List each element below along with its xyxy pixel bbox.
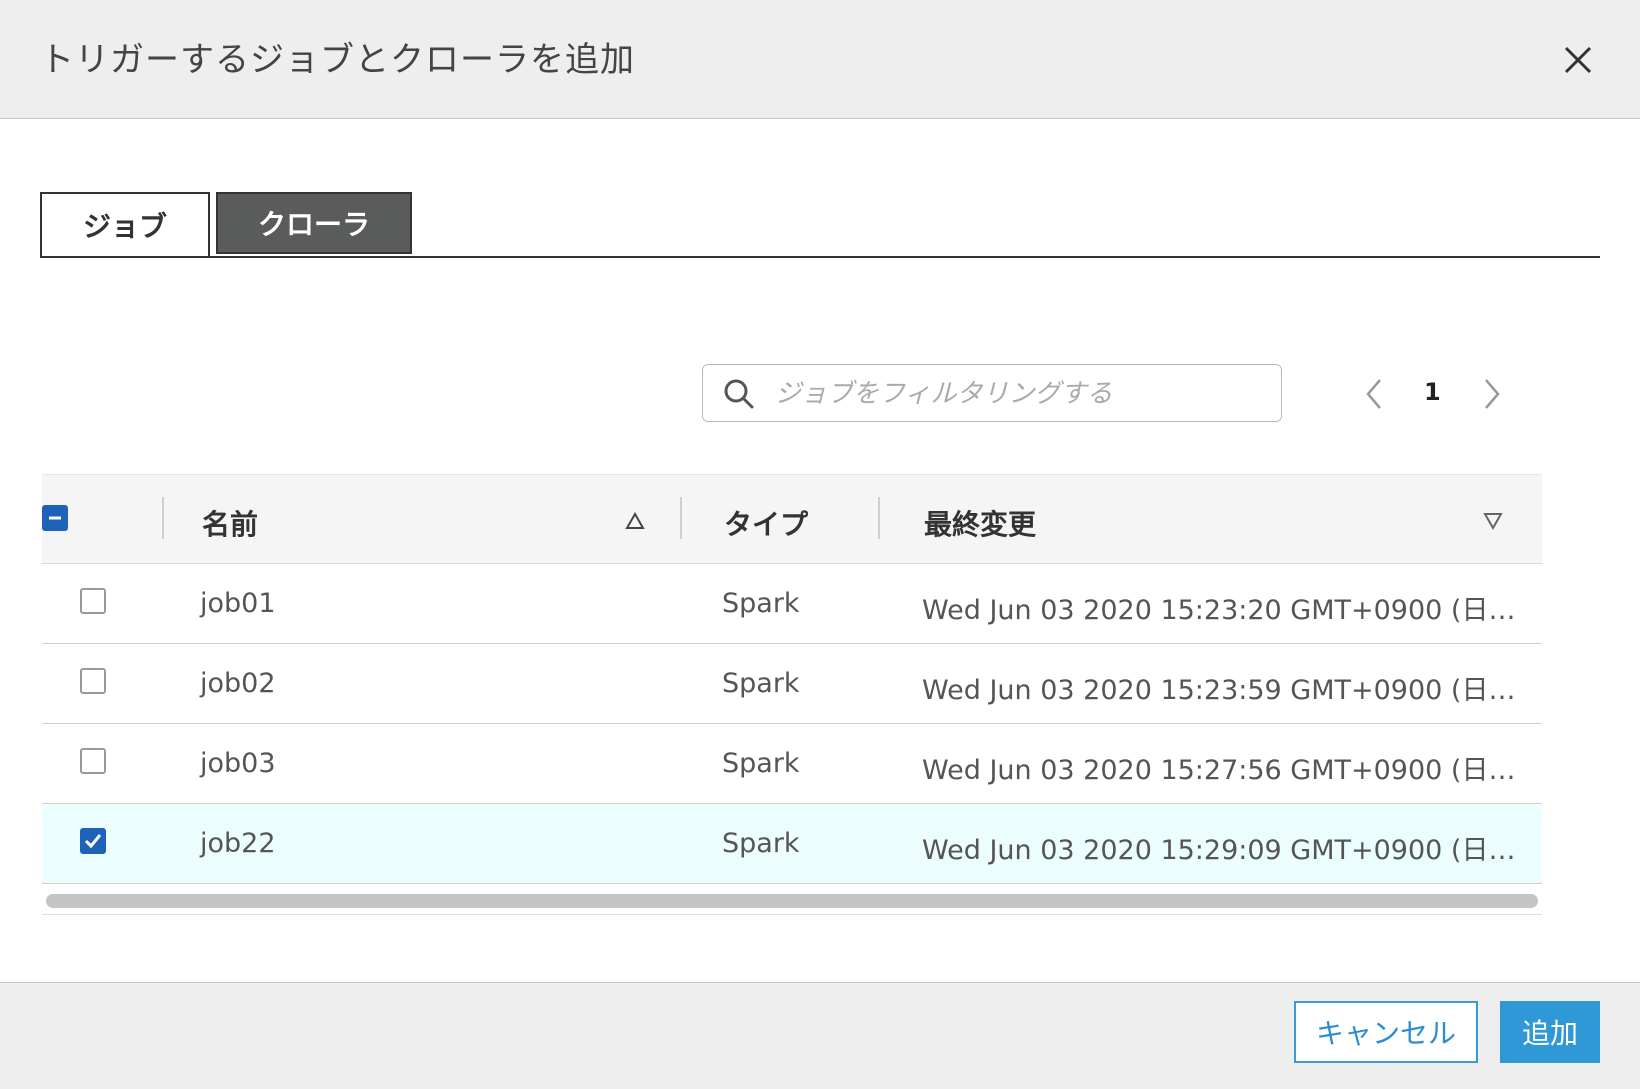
sort-ascending-icon[interactable] <box>624 511 646 531</box>
dialog-header: トリガーするジョブとクローラを追加 <box>0 0 1640 119</box>
table-row[interactable]: job02 Spark Wed Jun 03 2020 15:23:59 GMT… <box>42 644 1542 724</box>
row-checkbox[interactable] <box>80 668 106 694</box>
tab-jobs[interactable]: ジョブ <box>40 192 210 256</box>
dialog-title: トリガーするジョブとクローラを追加 <box>40 40 635 80</box>
job-modified: Wed Jun 03 2020 15:23:20 GMT+0900 (日… <box>922 595 1516 626</box>
job-name: job03 <box>200 748 276 779</box>
column-divider <box>162 497 164 539</box>
job-modified: Wed Jun 03 2020 15:27:56 GMT+0900 (日… <box>922 755 1516 786</box>
row-checkbox[interactable] <box>80 828 106 854</box>
job-type: Spark <box>722 668 800 699</box>
page-number[interactable]: 1 <box>1424 378 1441 406</box>
jobs-table: 名前 タイプ 最終変更 job01 Spark Wed Jun 03 2020 … <box>42 474 1542 915</box>
row-checkbox[interactable] <box>80 748 106 774</box>
search-box <box>702 364 1282 422</box>
job-name: job22 <box>200 828 276 859</box>
column-divider <box>878 497 880 539</box>
pagination: 1 <box>1350 370 1520 418</box>
horizontal-scrollbar[interactable] <box>42 884 1542 915</box>
job-modified: Wed Jun 03 2020 15:23:59 GMT+0900 (日… <box>922 675 1516 706</box>
column-header-name[interactable]: 名前 <box>202 503 258 543</box>
sort-descending-icon[interactable] <box>1482 511 1504 531</box>
tab-crawlers[interactable]: クローラ <box>216 192 412 254</box>
job-modified: Wed Jun 03 2020 15:29:09 GMT+0900 (日… <box>922 835 1516 866</box>
add-trigger-dialog: トリガーするジョブとクローラを追加 ジョブ クローラ 1 <box>0 0 1640 1089</box>
job-type: Spark <box>722 828 800 859</box>
add-button[interactable]: 追加 <box>1500 1001 1600 1063</box>
job-type: Spark <box>722 588 800 619</box>
table-row[interactable]: job03 Spark Wed Jun 03 2020 15:27:56 GMT… <box>42 724 1542 804</box>
job-name: job02 <box>200 668 276 699</box>
chevron-left-icon[interactable] <box>1358 376 1392 412</box>
cancel-button[interactable]: キャンセル <box>1294 1001 1478 1063</box>
job-type: Spark <box>722 748 800 779</box>
search-icon <box>724 379 754 409</box>
job-name: job01 <box>200 588 276 619</box>
column-divider <box>680 497 682 539</box>
select-all-checkbox[interactable] <box>42 505 68 531</box>
chevron-right-icon[interactable] <box>1474 376 1508 412</box>
close-icon[interactable] <box>1558 40 1598 80</box>
search-input[interactable] <box>773 373 1267 415</box>
scrollbar-thumb[interactable] <box>46 894 1538 908</box>
table-row[interactable]: job22 Spark Wed Jun 03 2020 15:29:09 GMT… <box>42 804 1542 884</box>
row-checkbox[interactable] <box>80 588 106 614</box>
column-header-type[interactable]: タイプ <box>724 503 808 543</box>
dialog-footer: キャンセル 追加 <box>0 982 1640 1089</box>
table-header: 名前 タイプ 最終変更 <box>42 474 1542 564</box>
column-header-modified[interactable]: 最終変更 <box>924 503 1036 543</box>
table-row[interactable]: job01 Spark Wed Jun 03 2020 15:23:20 GMT… <box>42 564 1542 644</box>
tab-bar: ジョブ クローラ <box>40 192 1600 258</box>
